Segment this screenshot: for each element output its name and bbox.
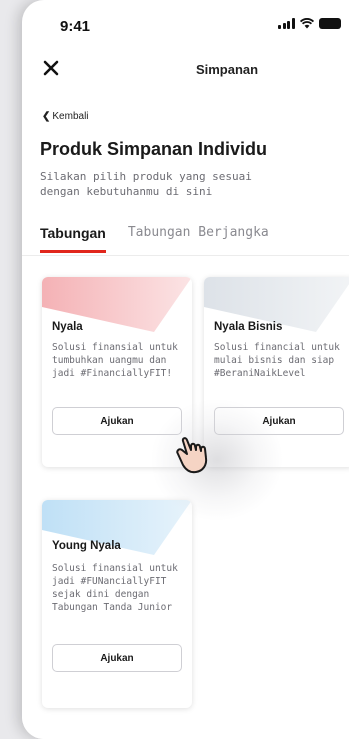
card-title: Nyala Bisnis (214, 321, 283, 333)
tap-hand-icon (176, 437, 208, 474)
status-bar: 9:41 (22, 0, 349, 44)
page-subtitle: Silakan pilih produk yang sesuai dengan … (40, 170, 252, 198)
back-link[interactable]: ❮ Kembali (42, 111, 89, 122)
top-app-bar: Simpanan (22, 52, 349, 88)
card-description: Solusi finansial untuk tumbuhkan uangmu … (52, 342, 178, 379)
wifi-icon (299, 18, 314, 29)
status-time: 9:41 (60, 18, 91, 35)
card-title: Nyala (52, 321, 83, 333)
status-icons (278, 18, 341, 29)
bottom-safe-area (22, 717, 349, 739)
phone-screen: 9:41 Simpanan ❮ Kembali Produk Simpanan … (22, 0, 349, 739)
apply-button[interactable]: Ajukan (52, 644, 182, 672)
product-tabs: Tabungan Tabungan Berjangka (40, 225, 269, 253)
page-header-title: Simpanan (195, 62, 259, 77)
card-description: Solusi finansial untuk jadi #FUNancially… (52, 563, 178, 613)
tab-divider (22, 255, 349, 256)
battery-icon (318, 18, 341, 29)
product-card-young-nyala[interactable]: Young Nyala Solusi finansial untuk jadi … (42, 500, 192, 708)
card-description: Solusi financial untuk mulai bisnis dan … (214, 342, 340, 379)
page-title: Produk Simpanan Individu (40, 139, 268, 159)
signal-icon (278, 18, 295, 29)
tab-tabungan-berjangka[interactable]: Tabungan Berjangka (128, 225, 269, 253)
chevron-left-icon: ❮ (42, 111, 51, 122)
tab-tabungan[interactable]: Tabungan (40, 225, 106, 253)
back-label: Kembali (52, 111, 89, 122)
card-title: Young Nyala (52, 540, 121, 552)
